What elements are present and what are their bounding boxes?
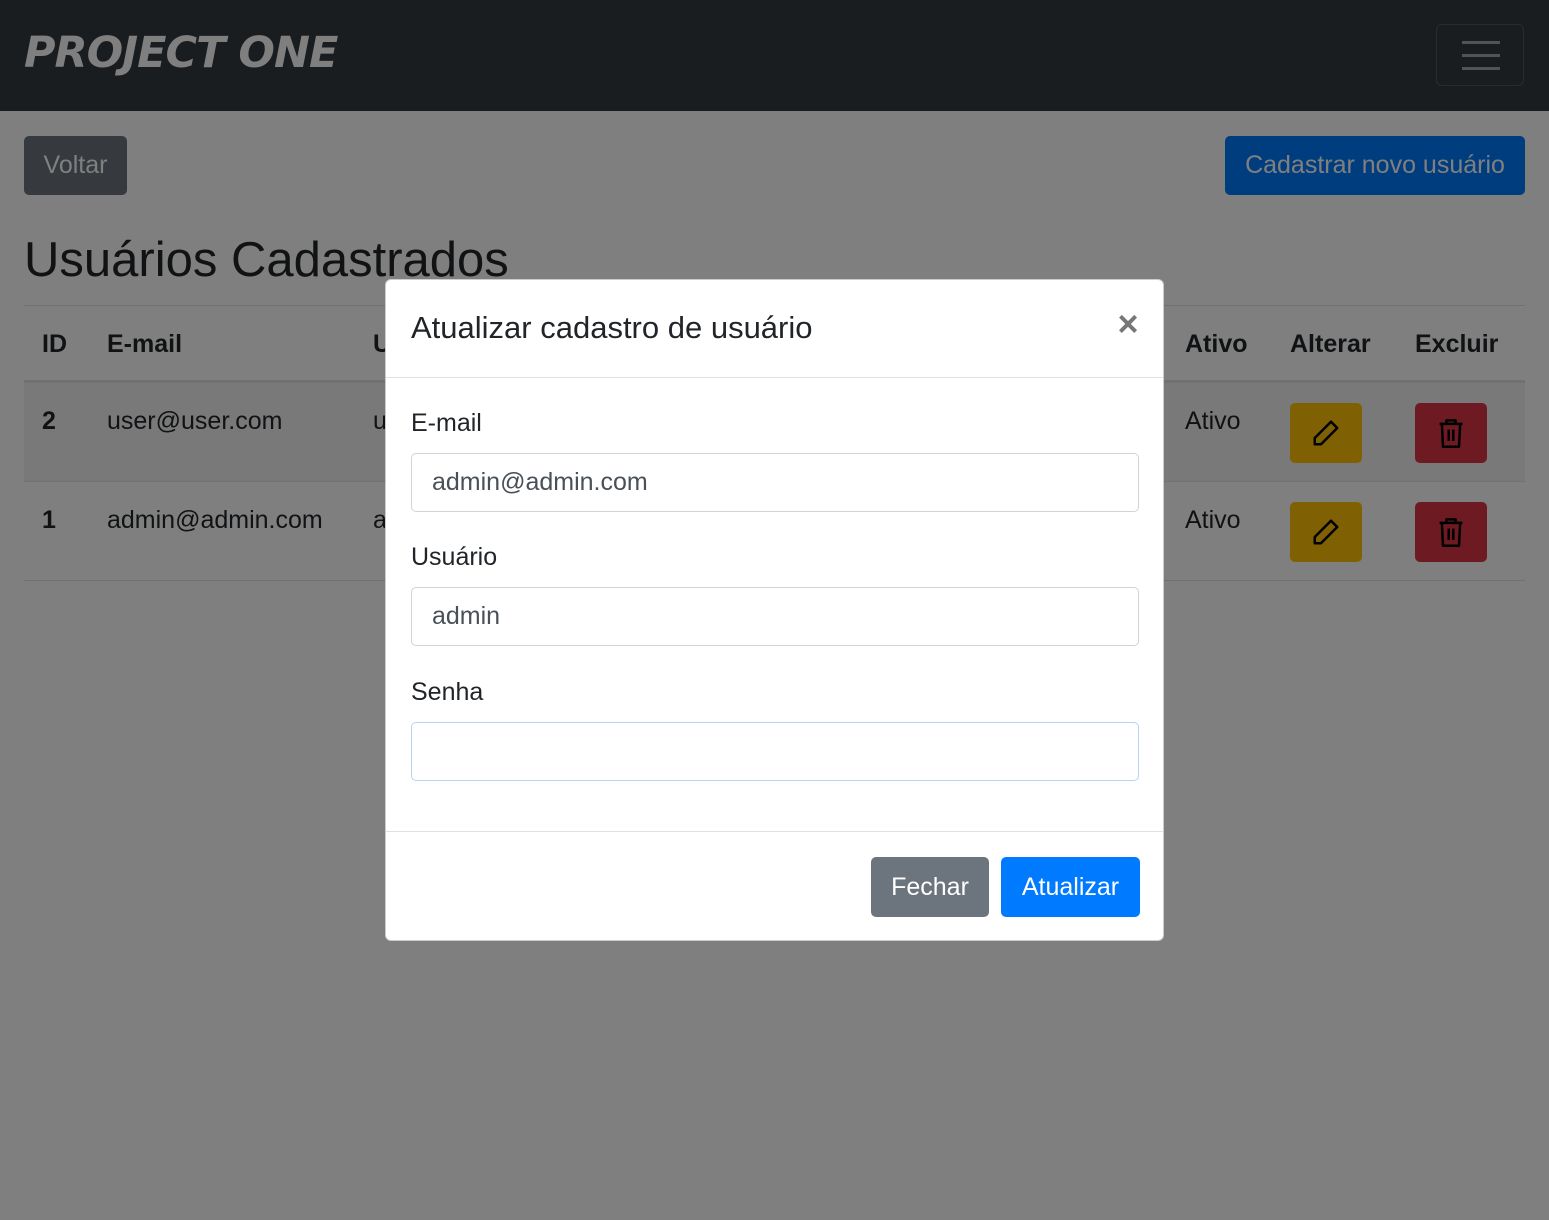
email-field[interactable]: admin@admin.com xyxy=(411,453,1139,512)
password-field[interactable] xyxy=(411,722,1139,781)
modal-header-divider xyxy=(386,377,1163,378)
password-label: Senha xyxy=(411,678,484,706)
modal-title: Atualizar cadastro de usuário xyxy=(411,310,813,345)
email-label: E-mail xyxy=(411,409,482,437)
page: PROJECT ONE Voltar Cadastrar novo usuári… xyxy=(0,0,1549,1220)
email-field-value: admin@admin.com xyxy=(432,468,648,496)
close-button[interactable]: Fechar xyxy=(871,857,989,917)
close-icon[interactable]: × xyxy=(1114,306,1142,342)
user-field[interactable]: admin xyxy=(411,587,1139,646)
update-user-modal: Atualizar cadastro de usuário × E-mail a… xyxy=(385,279,1164,941)
update-button[interactable]: Atualizar xyxy=(1001,857,1140,917)
user-field-value: admin xyxy=(432,602,501,630)
user-label: Usuário xyxy=(411,543,498,571)
modal-footer-divider xyxy=(386,831,1163,832)
